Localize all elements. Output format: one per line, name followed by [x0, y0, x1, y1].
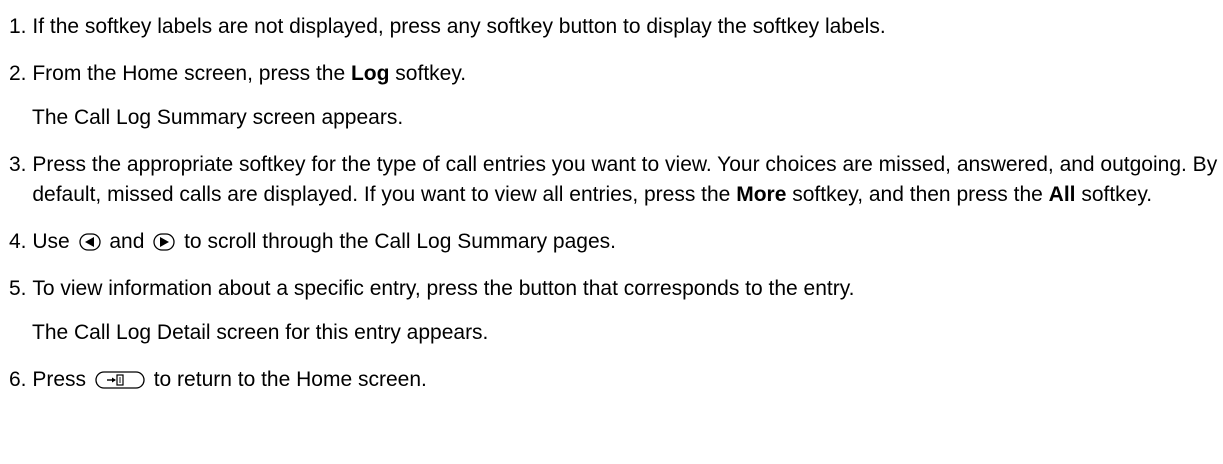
step-text-part: softkey, and then press the [786, 183, 1049, 206]
step-number: 5. [9, 277, 33, 300]
log-softkey-label: Log [350, 62, 390, 85]
step-text-part: softkey. [389, 62, 467, 85]
all-softkey-label: All [1048, 183, 1076, 206]
instructions: 1. If the softkey labels are not display… [0, 0, 1223, 395]
step-number: 3. [9, 153, 33, 176]
step-text-part: and [103, 230, 151, 253]
step-text: If the softkey labels are not displayed,… [32, 15, 886, 38]
step-3: 3. Press the appropriate softkey for the… [9, 150, 1223, 210]
step-1: 1. If the softkey labels are not display… [9, 12, 1223, 42]
step-4: 4. Use and to scroll through the Call Lo… [9, 227, 1223, 257]
step-number: 6. [9, 368, 33, 391]
step-2-result: The Call Log Summary screen appears. [32, 106, 404, 129]
step-number: 4. [9, 230, 33, 253]
more-softkey-label: More [736, 183, 787, 206]
step-text-part: to return to the Home screen. [147, 368, 427, 391]
step-text-part: Press [32, 368, 92, 391]
step-text-part: softkey. [1075, 183, 1153, 206]
step-text-part: Use [32, 230, 76, 253]
left-arrow-button-icon [78, 232, 101, 252]
step-number: 1. [9, 15, 33, 38]
step-text: From the Home screen, press the Log soft… [32, 59, 1223, 89]
step-text-part: From the Home screen, press the [32, 62, 351, 85]
step-text: Press the appropriate softkey for the ty… [32, 150, 1223, 210]
step-6: 6. Press to return to the Home screen. [9, 365, 1223, 395]
exit-button-icon [95, 370, 145, 390]
step-text: Use and to scroll through the Call Log S… [32, 227, 1223, 257]
step-5-result: The Call Log Detail screen for this entr… [32, 321, 489, 344]
step-text: Press to return to the Home screen. [32, 365, 1223, 395]
step-number: 2. [9, 62, 33, 85]
step-5: 5. To view information about a specific … [9, 274, 1223, 304]
right-arrow-button-icon [153, 232, 175, 252]
step-text-part: to scroll through the Call Log Summary p… [178, 230, 616, 253]
step-text: To view information about a specific ent… [32, 277, 855, 300]
step-2: 2. From the Home screen, press the Log s… [9, 59, 1223, 89]
